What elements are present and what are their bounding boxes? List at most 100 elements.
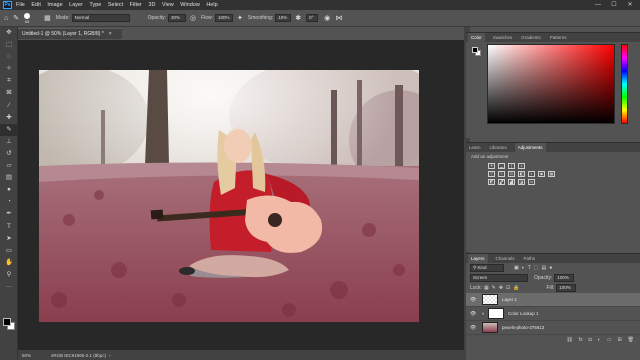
smoothing-field[interactable]: 10% [275,14,292,22]
layer-row-layer-1[interactable]: 👁 Layer 1 [466,293,640,307]
pen-tool-icon[interactable]: ✒ [0,208,18,220]
layer-filter-select[interactable]: ⚲ Kind [470,264,504,272]
eyedropper-tool-icon[interactable]: ⁄ [0,100,18,112]
posterize-icon[interactable]: ▞ [498,179,505,185]
color-swatches[interactable] [3,318,15,330]
clone-stamp-tool-icon[interactable]: ⊥ [0,136,18,148]
menu-layer[interactable]: Layer [69,2,83,8]
menu-type[interactable]: Type [89,2,101,8]
new-adjustment-icon[interactable]: ◐ [598,337,601,343]
menu-window[interactable]: Window [180,2,200,8]
new-group-icon[interactable]: ▭ [607,337,612,343]
blur-tool-icon[interactable]: ● [0,184,18,196]
menu-edit[interactable]: Edit [31,2,40,8]
type-tool-icon[interactable]: T [0,221,18,233]
levels-icon[interactable]: ▁ [498,163,505,169]
menu-view[interactable]: View [162,2,174,8]
layer-filter-icons[interactable]: ▣◐T⬚▤● [514,265,555,271]
layer-row-color-lookup[interactable]: 👁 ◐ Color Lookup 1 [466,307,640,321]
brightness-icon[interactable]: ☀ [488,163,495,169]
hue-sat-icon[interactable]: ≡ [498,171,505,177]
tab-layers[interactable]: Layers [468,254,488,263]
document-close-icon[interactable]: × [109,31,112,37]
tab-libraries[interactable]: Libraries [489,143,508,152]
quick-select-tool-icon[interactable]: ✧ [0,63,18,75]
visibility-eye-icon[interactable]: 👁 [470,297,482,303]
eraser-tool-icon[interactable]: ▱ [0,160,18,172]
history-brush-tool-icon[interactable]: ↺ [0,148,18,160]
maximize-button[interactable]: ☐ [606,0,622,10]
color-balance-icon[interactable]: ⚖ [508,171,515,177]
angle-field[interactable]: 0° [306,14,319,22]
menu-filter[interactable]: Filter [130,2,142,8]
canvas-image[interactable] [39,70,419,322]
brush-tool-icon[interactable]: ✎ [0,123,18,136]
tab-color[interactable]: Color [468,33,485,42]
airbrush-icon[interactable]: ✦ [237,14,243,22]
layer-opacity-field[interactable]: 100% [554,274,575,282]
smoothing-options-icon[interactable]: ✱ [295,14,301,22]
tab-paths[interactable]: Paths [523,254,537,263]
hand-tool-icon[interactable]: ✋ [0,257,18,269]
zoom-tool-icon[interactable]: ⚲ [0,269,18,281]
mode-select[interactable]: Normal [71,14,130,22]
color-field[interactable] [487,44,615,124]
vibrance-icon[interactable]: ▽ [488,171,495,177]
tab-channels[interactable]: Channels [495,254,516,263]
delete-layer-icon[interactable]: 🗑 [628,337,634,343]
brush-settings-icon[interactable]: ▦ [44,14,51,22]
marquee-tool-icon[interactable]: ⬚ [0,39,18,51]
threshold-icon[interactable]: ▟ [508,179,515,185]
hue-slider[interactable] [621,44,628,124]
healing-tool-icon[interactable]: ✚ [0,112,18,124]
more-tools-icon[interactable]: ··· [0,281,18,293]
crop-tool-icon[interactable]: ⌗ [0,75,18,87]
invert-icon[interactable]: ◩ [488,179,495,185]
fill-field[interactable]: 100% [556,284,577,292]
gradient-tool-icon[interactable]: ▤ [0,172,18,184]
selective-color-icon[interactable]: ◪ [518,179,525,185]
menu-select[interactable]: Select [108,2,123,8]
panel-foreground-swatch[interactable] [472,47,478,53]
menu-image[interactable]: Image [47,2,62,8]
lock-icons[interactable]: ▦✎✥⊡🔒 [484,285,523,291]
exposure-icon[interactable]: ± [518,163,525,169]
move-tool-icon[interactable]: ✥ [0,27,18,39]
brush-preset-picker[interactable]: 65 [24,12,31,24]
add-mask-icon[interactable]: ◘ [589,337,592,343]
symmetry-icon[interactable]: ⋈ [335,14,342,22]
bw-icon[interactable]: ◧ [518,171,525,177]
path-select-tool-icon[interactable]: ➤ [0,233,18,245]
menu-help[interactable]: Help [206,2,217,8]
link-layers-icon[interactable]: ⛓ [566,337,572,343]
flow-field[interactable]: 100% [215,14,234,22]
new-layer-icon[interactable]: ⊞ [617,337,621,343]
color-lookup-icon[interactable]: ▦ [548,171,555,177]
tab-gradients[interactable]: Gradients [520,33,542,42]
channel-mixer-icon[interactable]: ◉ [538,171,545,177]
close-button[interactable]: ✕ [622,0,638,10]
opacity-field[interactable]: 30% [167,14,186,22]
visibility-eye-icon[interactable]: 👁 [470,311,482,317]
visibility-eye-icon[interactable]: 👁 [470,325,482,331]
brush-tool-icon[interactable]: ✎ [13,14,19,22]
photo-filter-icon[interactable]: ◐ [528,171,535,177]
panel-color-swatches[interactable] [472,47,482,57]
dodge-tool-icon[interactable]: ◔ [0,196,18,208]
foreground-color-swatch[interactable] [3,318,11,326]
tab-adjustments[interactable]: Adjustments [514,143,546,152]
home-icon[interactable]: ⌂ [4,15,8,22]
pressure-size-icon[interactable]: ◉ [324,14,330,22]
menu-file[interactable]: File [16,2,25,8]
minimize-button[interactable]: — [590,0,606,10]
shape-tool-icon[interactable]: ▭ [0,245,18,257]
status-menu-icon[interactable]: › [109,353,111,358]
layer-row-photo[interactable]: 👁 pexels-photo-375613 [466,321,640,335]
curves-icon[interactable]: ∫ [508,163,515,169]
document-tab[interactable]: Untitled-1 @ 50% (Layer 1, RGB/8) * × [18,28,122,39]
zoom-level[interactable]: 50% [22,353,31,358]
lasso-tool-icon[interactable]: ◌ [0,51,18,63]
blend-mode-select[interactable]: Screen [470,274,528,282]
menu-3d[interactable]: 3D [148,2,155,8]
frame-tool-icon[interactable]: ⊠ [0,87,18,99]
